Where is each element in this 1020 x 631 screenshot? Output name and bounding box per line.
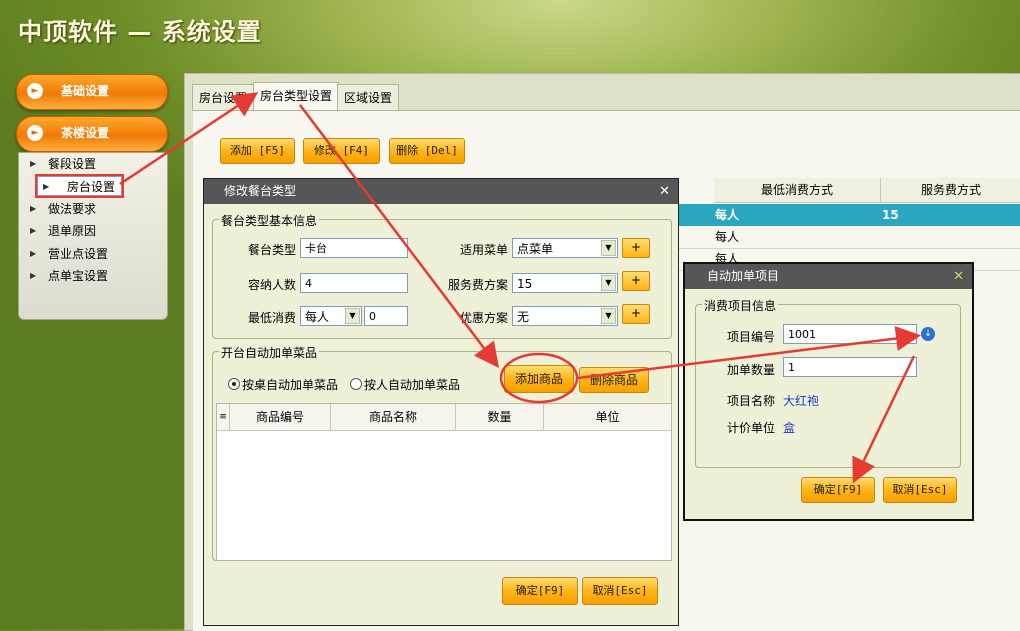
nav-basic-settings-label: 基础设置 bbox=[61, 84, 110, 98]
nav-item-room-settings[interactable]: ▶ 房台设置 bbox=[35, 174, 124, 198]
triangle-right-icon: ▶ bbox=[30, 271, 37, 280]
play-icon: ► bbox=[27, 125, 43, 141]
nav-tea-settings-button[interactable]: ► 茶楼设置 bbox=[16, 116, 168, 152]
discount-select[interactable]: 无 ▼ bbox=[512, 306, 618, 326]
edit-button[interactable]: 修改 [F4] bbox=[303, 138, 380, 164]
column-header-unit[interactable]: 单位 bbox=[544, 404, 671, 431]
add-goods-button[interactable]: 添加商品 bbox=[504, 365, 574, 393]
service-fee-label: 服务费方案 bbox=[448, 278, 509, 292]
room-type-label: 餐台类型 bbox=[248, 243, 297, 257]
group-title: 消费项目信息 bbox=[702, 297, 779, 314]
confirm-button[interactable]: 确定[F9] bbox=[801, 477, 875, 503]
room-type-input[interactable]: 卡台 bbox=[300, 238, 408, 258]
nav-item-label: 点单宝设置 bbox=[48, 269, 109, 283]
nav-item-label: 营业点设置 bbox=[48, 247, 109, 261]
chevron-down-icon: ▼ bbox=[601, 240, 616, 256]
table-row[interactable]: 每人 15 bbox=[679, 204, 1020, 226]
edit-room-type-dialog: 修改餐台类型 ✕ 餐台类型基本信息 餐台类型 卡台 容纳人数 4 最低消费 每人… bbox=[203, 178, 679, 626]
cell-min-mode: 每人 bbox=[715, 230, 740, 244]
min-consumption-mode-select[interactable]: 每人 ▼ bbox=[300, 306, 362, 326]
cell-min-mode: 每人 bbox=[715, 208, 740, 222]
tab-room-settings[interactable]: 房台设置 bbox=[192, 84, 255, 111]
dialog-title: 自动加单项目 bbox=[707, 269, 780, 283]
discount-label: 优惠方案 bbox=[460, 311, 509, 325]
column-header-goods-name[interactable]: 商品名称 bbox=[331, 404, 456, 431]
capacity-label: 容纳人数 bbox=[248, 278, 297, 292]
tab-room-type-settings[interactable]: 房台类型设置 bbox=[253, 82, 340, 111]
menu-label: 适用菜单 bbox=[460, 243, 509, 257]
column-header-service-fee-mode[interactable]: 服务费方式 bbox=[881, 178, 1020, 203]
column-header-min-consumption-mode[interactable]: 最低消费方式 bbox=[714, 178, 881, 203]
confirm-button[interactable]: 确定[F9] bbox=[502, 577, 578, 605]
quantity-input[interactable]: 1 bbox=[783, 357, 917, 377]
service-fee-select[interactable]: 15 ▼ bbox=[512, 273, 618, 293]
nav-item-label: 做法要求 bbox=[48, 202, 97, 216]
nav-item-label: 退单原因 bbox=[48, 224, 97, 238]
arrow-down-icon[interactable]: ↓ bbox=[921, 327, 935, 341]
item-code-input[interactable]: 1001 bbox=[783, 324, 917, 344]
menu-select[interactable]: 点菜单 ▼ bbox=[512, 238, 618, 258]
title-bar: 中顶软件 — 系统设置 bbox=[0, 0, 1020, 60]
add-button[interactable]: 添加 [F5] bbox=[220, 138, 295, 164]
select-value: 15 bbox=[517, 277, 533, 291]
app-title: 中顶软件 — 系统设置 bbox=[18, 18, 262, 46]
column-header-goods-code[interactable]: 商品编号 bbox=[230, 404, 331, 431]
radio-by-table-label[interactable]: 按桌自动加单菜品 bbox=[242, 376, 338, 393]
chevron-down-icon: ▼ bbox=[601, 308, 616, 324]
item-name-label: 项目名称 bbox=[727, 394, 776, 408]
radio-by-person[interactable] bbox=[350, 378, 362, 390]
capacity-input[interactable]: 4 bbox=[300, 273, 408, 293]
close-icon[interactable]: ✕ bbox=[953, 264, 964, 289]
add-service-fee-button[interactable]: + bbox=[622, 271, 650, 291]
table-row[interactable]: 每人 bbox=[679, 226, 1020, 249]
select-value: 无 bbox=[517, 310, 530, 324]
cell-service: 15 bbox=[882, 208, 899, 222]
triangle-right-icon: ▶ bbox=[30, 249, 37, 258]
dialog-title-bar[interactable]: 修改餐台类型 ✕ bbox=[204, 179, 678, 204]
tab-area-settings[interactable]: 区域设置 bbox=[337, 84, 400, 111]
delete-goods-button[interactable]: 删除商品 bbox=[579, 367, 649, 393]
dialog-title-bar[interactable]: 自动加单项目 ✕ bbox=[685, 264, 972, 289]
add-menu-button[interactable]: + bbox=[622, 238, 650, 258]
nav-item-label: 餐段设置 bbox=[48, 157, 97, 171]
quantity-label: 加单数量 bbox=[727, 363, 776, 377]
close-icon[interactable]: ✕ bbox=[659, 179, 670, 204]
column-header-quantity[interactable]: 数量 bbox=[456, 404, 544, 431]
select-value: 每人 bbox=[305, 310, 330, 324]
triangle-right-icon: ▶ bbox=[43, 182, 50, 191]
row-selector-header: ≡ bbox=[217, 404, 230, 431]
unit-value: 盒 bbox=[783, 421, 796, 435]
cancel-button[interactable]: 取消[Esc] bbox=[582, 577, 658, 605]
item-name-value: 大红袍 bbox=[783, 394, 820, 408]
nav-tea-settings-label: 茶楼设置 bbox=[61, 126, 110, 140]
cancel-button[interactable]: 取消[Esc] bbox=[883, 477, 957, 503]
auto-add-item-dialog: 自动加单项目 ✕ 消费项目信息 项目编号 1001 ↓ 加单数量 1 项目名称 … bbox=[683, 262, 974, 521]
nav-basic-settings-button[interactable]: ► 基础设置 bbox=[16, 74, 168, 110]
chevron-down-icon: ▼ bbox=[601, 275, 616, 291]
group-title: 开台自动加单菜品 bbox=[219, 344, 320, 361]
play-icon: ► bbox=[27, 83, 43, 99]
select-value: 点菜单 bbox=[517, 242, 554, 256]
triangle-right-icon: ▶ bbox=[30, 226, 37, 235]
radio-by-table[interactable] bbox=[228, 378, 240, 390]
chevron-down-icon: ▼ bbox=[345, 308, 360, 324]
nav-item-label: 房台设置 bbox=[67, 180, 116, 194]
dialog-title: 修改餐台类型 bbox=[224, 184, 297, 198]
min-consumption-input[interactable]: 0 bbox=[364, 306, 408, 326]
goods-table: ≡ 商品编号 商品名称 数量 单位 bbox=[216, 403, 672, 561]
triangle-right-icon: ▶ bbox=[30, 204, 37, 213]
delete-button[interactable]: 删除 [Del] bbox=[389, 138, 465, 164]
add-discount-button[interactable]: + bbox=[622, 304, 650, 324]
group-title: 餐台类型基本信息 bbox=[219, 212, 320, 229]
item-code-label: 项目编号 bbox=[727, 330, 776, 344]
triangle-right-icon: ▶ bbox=[30, 159, 37, 168]
radio-by-person-label[interactable]: 按人自动加单菜品 bbox=[364, 376, 460, 393]
min-consumption-label: 最低消费 bbox=[248, 311, 297, 325]
unit-label: 计价单位 bbox=[727, 421, 776, 435]
